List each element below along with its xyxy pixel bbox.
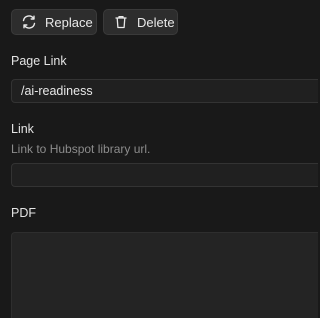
link-input[interactable] <box>11 163 318 187</box>
toolbar: Replace Delete <box>11 9 178 35</box>
link-label: Link <box>11 122 34 136</box>
pdf-label: PDF <box>11 206 36 220</box>
replace-label: Replace <box>45 14 93 30</box>
page-link-label: Page Link <box>11 54 67 68</box>
refresh-icon <box>21 14 37 30</box>
page-link-value: /ai-readiness <box>21 84 93 98</box>
link-help-text: Link to Hubspot library url. <box>11 142 151 156</box>
trash-icon <box>113 14 129 30</box>
pdf-upload-area[interactable] <box>11 232 318 318</box>
replace-button[interactable]: Replace <box>11 9 97 35</box>
delete-button[interactable]: Delete <box>103 9 178 35</box>
page-link-input[interactable]: /ai-readiness <box>11 79 318 103</box>
delete-label: Delete <box>137 14 175 30</box>
asset-editor-panel: Replace Delete Page Link /ai-readiness L… <box>0 0 318 318</box>
